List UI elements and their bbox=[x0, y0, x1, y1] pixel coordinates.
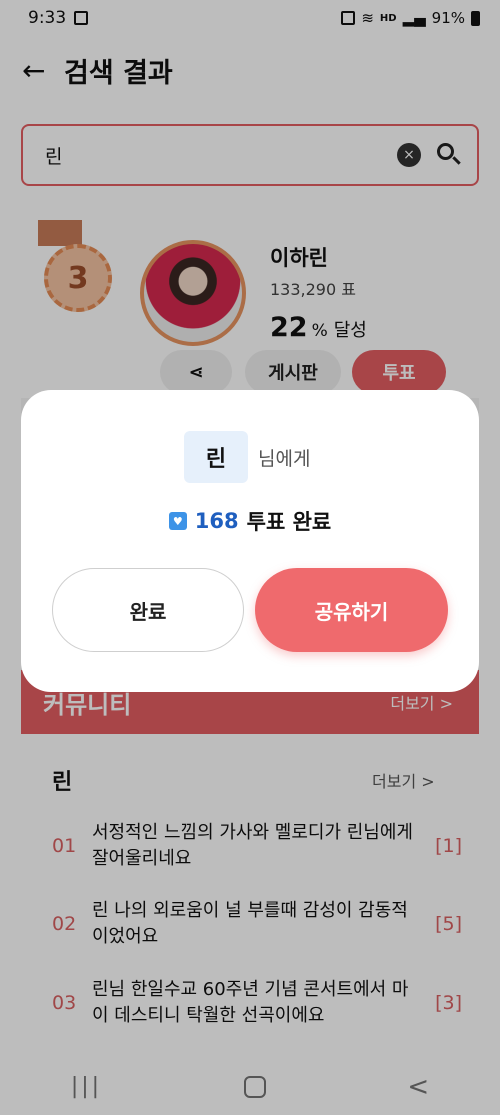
vote-result: ♥ 168 투표 완료 bbox=[21, 506, 479, 536]
home-icon[interactable] bbox=[243, 1075, 266, 1098]
recipient-suffix: 님에게 bbox=[258, 448, 311, 470]
vote-done-text: 투표 완료 bbox=[246, 510, 332, 534]
recents-icon[interactable]: ||| bbox=[71, 1074, 102, 1099]
back-icon[interactable]: < bbox=[407, 1072, 429, 1102]
vote-complete-dialog: 린 님에게 ♥ 168 투표 완료 완료 공유하기 bbox=[21, 390, 479, 692]
done-button[interactable]: 완료 bbox=[52, 568, 244, 652]
heart-icon: ♥ bbox=[168, 512, 187, 530]
system-nav-bar: ||| < bbox=[0, 1058, 500, 1115]
share-button[interactable]: 공유하기 bbox=[255, 568, 448, 652]
recipient-chip: 린 bbox=[184, 431, 248, 483]
vote-count: 168 bbox=[194, 509, 239, 533]
